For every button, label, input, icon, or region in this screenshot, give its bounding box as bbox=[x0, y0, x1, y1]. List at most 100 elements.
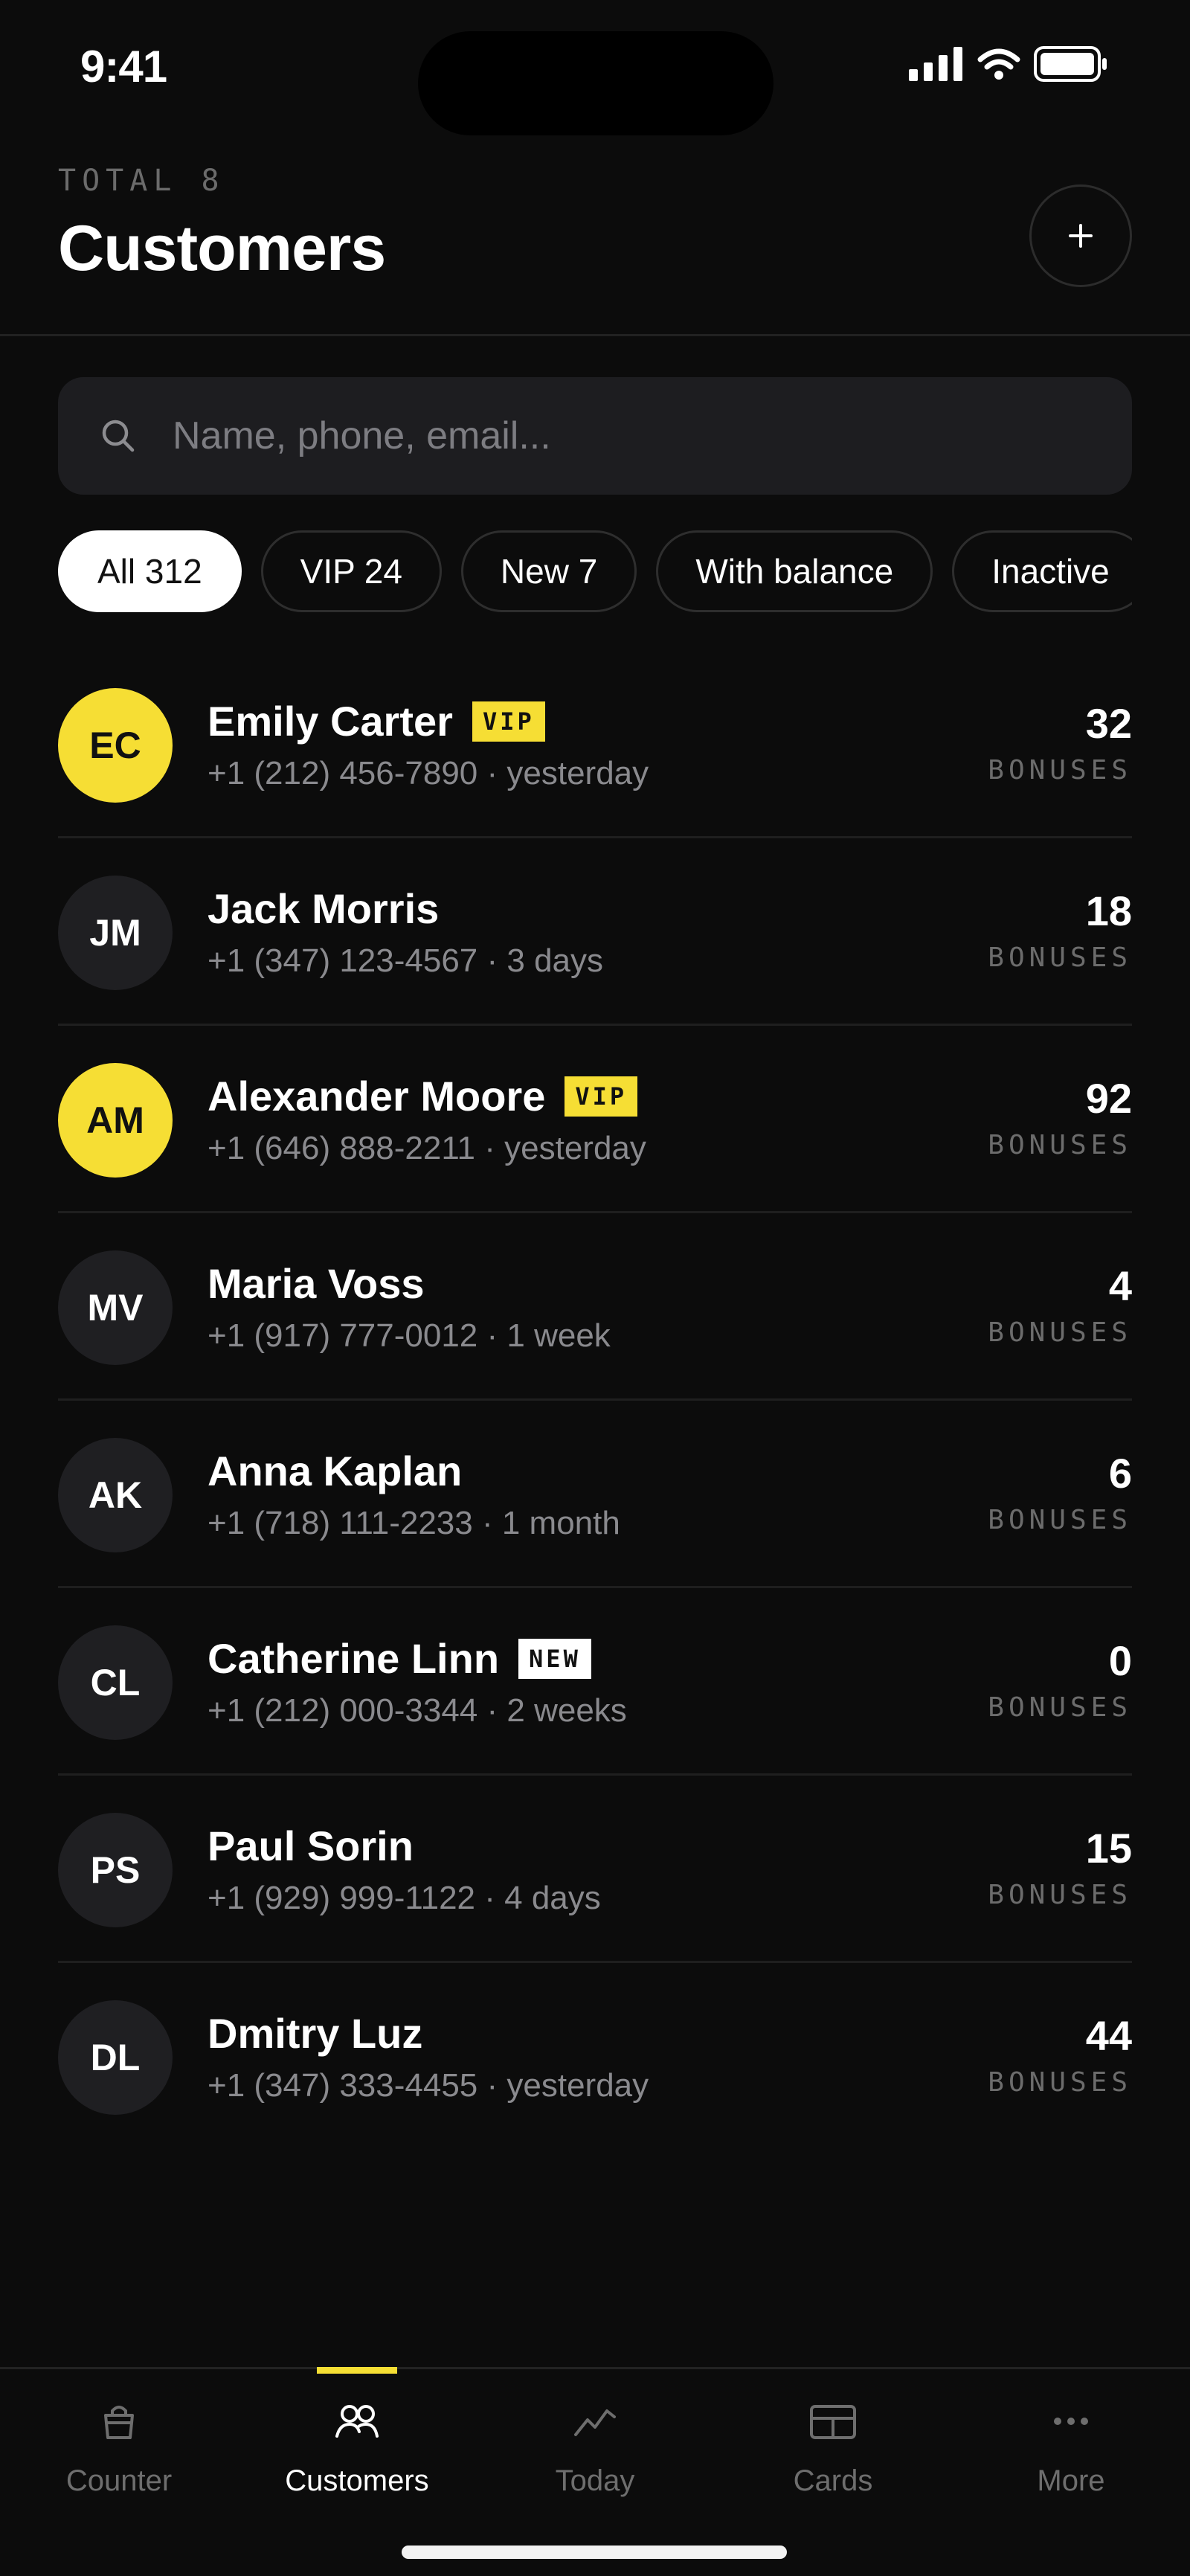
last-visit: yesterday bbox=[506, 2067, 649, 2104]
meta-separator: · bbox=[475, 1130, 505, 1166]
tab-label: Today bbox=[555, 2464, 635, 2497]
customer-meta: +1 (212) 456-7890 · yesterday bbox=[208, 755, 649, 792]
customer-phone: +1 (718) 111-2233 bbox=[208, 1505, 473, 1541]
customer-name: Alexander Moore bbox=[208, 1073, 546, 1120]
last-visit: yesterday bbox=[506, 755, 649, 791]
customer-name: Emily Carter bbox=[208, 698, 453, 745]
tab-counter[interactable]: Counter bbox=[0, 2369, 238, 2518]
bonus-label: BONUSES bbox=[988, 755, 1132, 786]
filter-chip[interactable]: New 7 bbox=[460, 530, 637, 612]
name-line: Alexander Moore VIP bbox=[208, 1072, 638, 1120]
status-bar: 9:41 bbox=[0, 0, 1190, 141]
customer-meta: +1 (718) 111-2233 · 1 month bbox=[208, 1505, 620, 1542]
avatar: AK bbox=[58, 1438, 173, 1552]
last-visit: 4 days bbox=[504, 1880, 601, 1916]
customer-name: Dmitry Luz bbox=[208, 2010, 423, 2057]
meta-separator: · bbox=[477, 2067, 507, 2104]
meta-separator: · bbox=[472, 1505, 502, 1541]
customer-meta: +1 (212) 000-3344 · 2 weeks bbox=[208, 1692, 627, 1729]
avatar: AM bbox=[58, 1063, 173, 1178]
trend-icon bbox=[571, 2399, 619, 2447]
avatar: EC bbox=[58, 688, 173, 803]
customer-row[interactable]: DL Dmitry Luz +1 (347) 333-4455 · yesterda… bbox=[58, 1963, 1132, 2151]
avatar: MV bbox=[58, 1250, 173, 1365]
bonus-label: BONUSES bbox=[988, 1880, 1132, 1910]
customer-meta: +1 (347) 123-4567 · 3 days bbox=[208, 942, 603, 980]
bonus-block: 0 BONUSES bbox=[988, 1637, 1132, 1724]
tab-label: Counter bbox=[65, 2464, 173, 2497]
customer-row[interactable]: AM Alexander Moore VIP +1 (646) 888-2211 · … bbox=[58, 1026, 1132, 1213]
filter-chip[interactable]: VIP 24 bbox=[260, 530, 442, 612]
customer-row[interactable]: JM Jack Morris +1 (347) 123-4567 · 3 days 1… bbox=[58, 838, 1132, 1026]
last-visit: 1 week bbox=[506, 1317, 611, 1354]
wifi-icon bbox=[977, 48, 1020, 80]
bonus-label: BONUSES bbox=[988, 2067, 1132, 2098]
last-visit: yesterday bbox=[504, 1130, 646, 1166]
search-input[interactable] bbox=[173, 377, 1102, 495]
bonus-value: 92 bbox=[1085, 1075, 1132, 1122]
customer-meta: +1 (917) 777-0012 · 1 week bbox=[208, 1317, 611, 1355]
battery-icon bbox=[1034, 46, 1107, 82]
filter-chip[interactable]: With balance bbox=[656, 530, 933, 612]
bonus-value: 18 bbox=[1085, 887, 1132, 934]
meta-separator: · bbox=[477, 1317, 507, 1354]
last-visit: 3 days bbox=[506, 942, 604, 979]
bonus-value: 6 bbox=[1108, 1450, 1132, 1497]
filter-chip[interactable]: Inactive bbox=[952, 530, 1132, 612]
total-count: TOTAL 8 bbox=[58, 164, 225, 198]
bonus-value: 15 bbox=[1085, 1825, 1132, 1872]
customer-row[interactable]: PS Paul Sorin +1 (929) 999-1122 · 4 days 15… bbox=[58, 1776, 1132, 1963]
bag-icon bbox=[97, 2399, 141, 2447]
bonus-label: BONUSES bbox=[988, 1317, 1132, 1348]
meta-separator: · bbox=[477, 1692, 507, 1729]
tab-bar: Counter Customers Today Cards More bbox=[0, 2367, 1190, 2576]
bonus-block: 15 BONUSES bbox=[988, 1825, 1132, 1911]
meta-separator: · bbox=[475, 1880, 505, 1916]
more-icon bbox=[1049, 2399, 1093, 2447]
header: TOTAL 8 Customers bbox=[0, 141, 1190, 336]
customer-row[interactable]: MV Maria Voss +1 (917) 777-0012 · 1 week 4 B… bbox=[58, 1213, 1132, 1401]
avatar: PS bbox=[58, 1813, 173, 1927]
status-icons bbox=[909, 46, 1108, 82]
meta-separator: · bbox=[477, 755, 507, 791]
name-line: Catherine Linn NEW bbox=[208, 1634, 591, 1683]
status-badge: NEW bbox=[518, 1638, 591, 1679]
people-icon bbox=[332, 2399, 382, 2447]
customer-row[interactable]: EC Emily Carter VIP +1 (212) 456-7890 · yes… bbox=[58, 651, 1132, 838]
customer-meta: +1 (929) 999-1122 · 4 days bbox=[208, 1880, 601, 1917]
avatar: DL bbox=[58, 2000, 173, 2115]
customer-phone: +1 (212) 000-3344 bbox=[208, 1692, 478, 1729]
name-line: Dmitry Luz bbox=[208, 2009, 422, 2058]
bonus-label: BONUSES bbox=[988, 1130, 1132, 1160]
avatar: JM bbox=[58, 876, 173, 990]
bonus-value: 4 bbox=[1108, 1262, 1132, 1309]
tab-customers[interactable]: Customers bbox=[238, 2367, 476, 2518]
status-badge: VIP bbox=[565, 1076, 638, 1117]
last-visit: 1 month bbox=[501, 1505, 620, 1541]
bonus-block: 6 BONUSES bbox=[988, 1450, 1132, 1536]
tab-today[interactable]: Today bbox=[476, 2369, 714, 2518]
search-bar bbox=[58, 377, 1132, 495]
avatar: CL bbox=[58, 1625, 173, 1740]
customer-row[interactable]: AK Anna Kaplan +1 (718) 111-2233 · 1 month… bbox=[58, 1401, 1132, 1588]
tab-cards[interactable]: Cards bbox=[714, 2369, 952, 2518]
customer-row[interactable]: CL Catherine Linn NEW +1 (212) 000-3344 · 2… bbox=[58, 1588, 1132, 1776]
bonus-label: BONUSES bbox=[988, 1505, 1132, 1535]
tab-more[interactable]: More bbox=[952, 2369, 1190, 2518]
name-line: Anna Kaplan bbox=[208, 1447, 462, 1495]
plus-icon bbox=[1069, 224, 1093, 248]
add-customer-button[interactable] bbox=[1029, 184, 1132, 287]
customer-meta: +1 (347) 333-4455 · yesterday bbox=[208, 2067, 649, 2104]
bonus-block: 4 BONUSES bbox=[988, 1262, 1132, 1349]
bonus-value: 32 bbox=[1085, 700, 1132, 747]
customer-phone: +1 (929) 999-1122 bbox=[208, 1880, 476, 1916]
status-badge: VIP bbox=[472, 701, 545, 742]
bonus-label: BONUSES bbox=[988, 942, 1132, 973]
filter-chip[interactable]: All 312 bbox=[58, 530, 242, 612]
bonus-value: 0 bbox=[1108, 1637, 1132, 1684]
customer-phone: +1 (347) 123-4567 bbox=[208, 942, 478, 979]
bonus-block: 18 BONUSES bbox=[988, 887, 1132, 974]
name-line: Jack Morris bbox=[208, 884, 439, 933]
bonus-value: 44 bbox=[1085, 2012, 1132, 2059]
bonus-block: 44 BONUSES bbox=[988, 2015, 1132, 2098]
